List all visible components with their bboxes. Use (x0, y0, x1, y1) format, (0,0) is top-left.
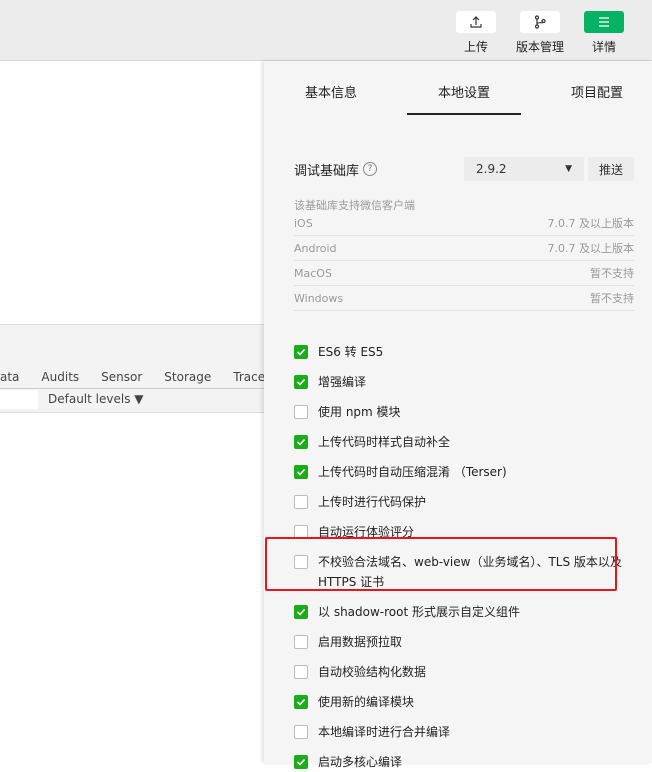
checkbox-unchecked-icon[interactable] (294, 635, 308, 649)
client-name: Windows (294, 291, 344, 305)
highlight-box (265, 537, 617, 591)
checkbox-checked-icon[interactable] (294, 345, 308, 359)
option-checkbox[interactable]: 上传时进行代码保护 (294, 492, 624, 512)
devtools-tab-sensor[interactable]: Sensor (101, 370, 142, 384)
option-checkbox[interactable]: 自动校验结构化数据 (294, 662, 624, 682)
tab-local-settings[interactable]: 本地设置 (438, 82, 490, 101)
option-checkbox[interactable]: 增强编译 (294, 372, 624, 392)
devtools-panel: ata Audits Sensor Storage Trace Default … (0, 325, 265, 413)
option-checkbox[interactable]: 启用数据预拉取 (294, 632, 624, 652)
menu-icon (599, 17, 609, 27)
upload-icon (470, 16, 482, 28)
tab-project-config[interactable]: 项目配置 (571, 82, 623, 101)
client-row: MacOS 暂不支持 (294, 261, 634, 286)
option-checkbox[interactable]: 上传代码时自动压缩混淆 （Terser) (294, 462, 624, 482)
checkbox-checked-icon[interactable] (294, 605, 308, 619)
devtools-tab-audits[interactable]: Audits (41, 370, 79, 384)
option-label: 以 shadow-root 形式展示自定义组件 (318, 605, 521, 619)
checkbox-unchecked-icon[interactable] (294, 725, 308, 739)
client-row: Windows 暂不支持 (294, 286, 634, 311)
details-label: 详情 (591, 40, 616, 54)
lib-version-select[interactable]: 2.9.2 ▼ (464, 157, 584, 181)
push-button[interactable]: 推送 (588, 157, 634, 181)
branch-icon (534, 15, 546, 29)
option-checkbox[interactable]: 本地编译时进行合并编译 (294, 722, 624, 742)
devtools-tab-trace[interactable]: Trace (233, 370, 265, 384)
client-name: iOS (294, 216, 313, 230)
option-label: 上传时进行代码保护 (318, 495, 427, 509)
option-label: 启用数据预拉取 (318, 635, 403, 649)
option-label: ES6 转 ES5 (318, 345, 384, 359)
devtools-tab-storage[interactable]: Storage (164, 370, 211, 384)
lib-version-value: 2.9.2 (476, 162, 507, 176)
option-label: 自动校验结构化数据 (318, 665, 427, 679)
client-name: Android (294, 241, 337, 255)
option-label: 本地编译时进行合并编译 (318, 725, 451, 739)
option-checkbox[interactable]: 启动多核心编译 (294, 752, 624, 772)
tab-basic-info[interactable]: 基本信息 (305, 82, 357, 101)
option-label: 增强编译 (318, 375, 367, 389)
log-levels-dropdown[interactable]: Default levels ▼ (48, 392, 144, 406)
devtools-tabs: ata Audits Sensor Storage Trace (0, 365, 265, 389)
option-label: 上传代码时样式自动补全 (318, 435, 451, 449)
checkbox-checked-icon[interactable] (294, 435, 308, 449)
checkbox-unchecked-icon[interactable] (294, 665, 308, 679)
devtools-tab-appdata[interactable]: ata (0, 370, 19, 384)
option-label: 上传代码时自动压缩混淆 （Terser) (318, 465, 507, 479)
client-name: MacOS (294, 266, 332, 280)
active-tab-indicator (407, 113, 521, 115)
debug-lib-label: 调试基础库 (294, 163, 360, 179)
client-row: Android 7.0.7 及以上版本 (294, 236, 634, 261)
checkbox-checked-icon[interactable] (294, 755, 308, 769)
option-checkbox[interactable]: ES6 转 ES5 (294, 342, 624, 362)
client-row: iOS 7.0.7 及以上版本 (294, 211, 634, 236)
toolbar: 上传 版本管理 详情 (0, 0, 652, 61)
console-filter-input[interactable] (0, 390, 38, 409)
checkbox-unchecked-icon[interactable] (294, 495, 308, 509)
details-panel: 基本信息 本地设置 项目配置 调试基础库 ? 2.9.2 ▼ 推送 该基础库支持微… (264, 61, 652, 769)
option-label: 启动多核心编译 (318, 755, 403, 769)
option-label: 使用 npm 模块 (318, 405, 401, 419)
checkbox-checked-icon[interactable] (294, 375, 308, 389)
option-checkbox[interactable]: 使用新的编译模块 (294, 692, 624, 712)
checkbox-checked-icon[interactable] (294, 465, 308, 479)
version-management-button[interactable]: 版本管理 (505, 11, 575, 55)
checkbox-checked-icon[interactable] (294, 695, 308, 709)
upload-button[interactable]: 上传 (441, 11, 511, 55)
option-label: 使用新的编译模块 (318, 695, 415, 709)
client-version: 暂不支持 (590, 292, 634, 305)
client-version: 7.0.7 及以上版本 (547, 217, 635, 230)
option-checkbox[interactable]: 上传代码时样式自动补全 (294, 432, 624, 452)
checkbox-unchecked-icon[interactable] (294, 405, 308, 419)
option-checkbox[interactable]: 使用 npm 模块 (294, 402, 624, 422)
option-checkbox[interactable]: 以 shadow-root 形式展示自定义组件 (294, 602, 624, 622)
simulator-area (0, 61, 264, 325)
client-version: 暂不支持 (590, 267, 634, 280)
client-version: 7.0.7 及以上版本 (547, 242, 635, 255)
debug-lib-row: 调试基础库 ? 2.9.2 ▼ 推送 (294, 157, 634, 181)
details-button[interactable]: 详情 (569, 11, 639, 55)
help-icon[interactable]: ? (363, 162, 378, 176)
upload-label: 上传 (463, 40, 488, 54)
version-management-label: 版本管理 (515, 40, 564, 54)
caret-down-icon: ▼ (565, 164, 572, 174)
